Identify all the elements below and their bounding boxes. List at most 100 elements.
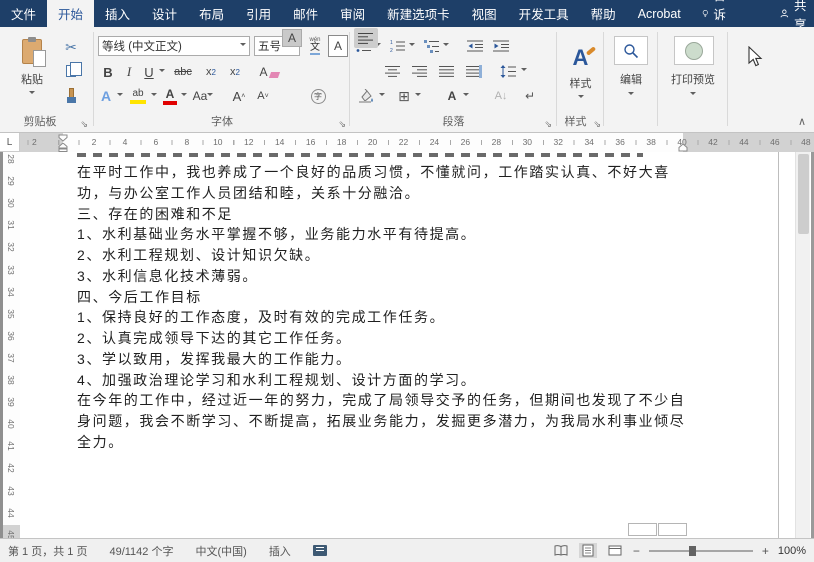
text-effects-button[interactable]: A (96, 85, 116, 107)
numbering-button[interactable]: 12 (388, 35, 408, 57)
document-page[interactable]: 在平时工作中，我也养成了一个良好的品质习惯，不懂就问，工作踏实认真、不好大喜功，… (20, 152, 778, 554)
ribbon-tab[interactable]: 审阅 (329, 0, 376, 27)
ribbon-tab[interactable]: 文件 (0, 0, 47, 27)
multilevel-list-button[interactable] (422, 35, 442, 57)
print-preview-dropdown-arrow[interactable] (690, 92, 696, 98)
ribbon-tab[interactable]: 开发工具 (508, 0, 580, 27)
edit-dropdown-arrow[interactable] (628, 92, 634, 98)
horizontal-ruler[interactable]: 2 24681012141618202224262830323436384042… (20, 133, 814, 152)
cut-button[interactable]: ✂ (58, 37, 84, 57)
copy-button[interactable] (58, 61, 84, 81)
font-color-button[interactable]: A (160, 85, 180, 107)
ruler-number: 12 (244, 137, 253, 147)
ruler-number: 10 (213, 137, 222, 147)
edit-button[interactable] (614, 36, 648, 65)
distribute-button[interactable] (462, 60, 486, 82)
right-indent-marker[interactable] (678, 144, 688, 152)
underline-button[interactable]: U (140, 61, 158, 83)
font-color-dropdown[interactable] (179, 85, 189, 107)
zoom-in-button[interactable]: + (762, 544, 769, 558)
increase-indent-button[interactable] (490, 35, 512, 57)
align-left-button[interactable] (354, 28, 378, 48)
asian-layout-button[interactable]: A (442, 85, 462, 107)
align-center-button[interactable] (381, 60, 405, 82)
tab-selector[interactable]: L (0, 133, 20, 152)
character-border-button[interactable]: A (328, 35, 348, 57)
ribbon-tab[interactable]: 新建选项卡 (376, 0, 461, 27)
shrink-font-button[interactable]: A˅ (252, 85, 274, 107)
superscript-button[interactable]: x2 (224, 61, 246, 83)
decrease-indent-button[interactable] (464, 35, 486, 57)
enclose-characters-button[interactable]: 字 (308, 85, 328, 107)
print-preview-button[interactable] (674, 36, 714, 65)
ribbon-tab[interactable]: Acrobat (627, 0, 692, 27)
paragraph-dialog-launcher[interactable]: ⇘ (544, 120, 552, 129)
multilevel-dropdown[interactable] (441, 35, 451, 57)
vertical-scrollbar[interactable] (795, 152, 810, 538)
underline-dropdown[interactable] (157, 61, 167, 83)
format-painter-button[interactable] (58, 85, 84, 105)
page-artifact-box (628, 523, 657, 536)
numbering-dropdown[interactable] (407, 35, 417, 57)
line-spacing-button[interactable] (496, 60, 520, 82)
insert-mode-indicator[interactable]: 插入 (269, 543, 291, 559)
sort-button[interactable]: A↓ (490, 85, 512, 107)
shading-dropdown[interactable] (377, 85, 387, 107)
justify-button[interactable] (435, 60, 459, 82)
document-line: 2、认真完成领导下达的其它工作任务。 (77, 328, 717, 349)
language-indicator[interactable]: 中文(中国) (195, 543, 246, 559)
shading-button[interactable] (356, 85, 378, 107)
ribbon-tab[interactable]: 设计 (141, 0, 188, 27)
font-name-combo[interactable]: 等线 (中文正文) (98, 36, 250, 56)
hanging-indent-marker[interactable] (58, 143, 68, 152)
print-layout-button[interactable] (579, 543, 597, 558)
character-shading-button[interactable]: A (282, 29, 302, 47)
text-highlight-button[interactable]: ab (126, 85, 150, 107)
page-indicator[interactable]: 第 1 页，共 1 页 (8, 543, 87, 559)
collapse-ribbon-button[interactable]: ∧ (798, 115, 806, 128)
line-spacing-dropdown[interactable] (519, 60, 529, 82)
align-right-button[interactable] (408, 60, 432, 82)
subscript-button[interactable]: x2 (200, 61, 222, 83)
ribbon-tab[interactable]: 开始 (47, 0, 94, 27)
font-dialog-launcher[interactable]: ⇘ (338, 120, 346, 129)
zoom-slider-thumb[interactable] (689, 546, 696, 556)
show-marks-button[interactable]: ↵ (520, 85, 540, 107)
clear-formatting-button[interactable]: A (254, 61, 284, 83)
ribbon-tab[interactable]: 插入 (94, 0, 141, 27)
ribbon-tab[interactable]: 布局 (188, 0, 235, 27)
zoom-out-button[interactable]: − (633, 544, 640, 558)
bold-button[interactable]: B (98, 61, 118, 83)
first-line-indent-marker[interactable] (58, 134, 68, 142)
strikethrough-button[interactable]: abc (170, 61, 196, 83)
paste-icon (22, 39, 42, 64)
align-right-icon (412, 65, 428, 78)
web-layout-button[interactable] (606, 543, 624, 558)
highlight-dropdown[interactable] (149, 85, 159, 107)
font-size-value: 五号 (258, 38, 281, 54)
borders-dropdown[interactable] (413, 85, 423, 107)
proofing-icon[interactable] (313, 545, 327, 556)
zoom-level[interactable]: 100% (778, 545, 806, 557)
read-mode-button[interactable] (552, 543, 570, 558)
styles-button[interactable]: A 样式 (562, 35, 599, 113)
scrollbar-thumb[interactable] (798, 154, 809, 234)
styles-dialog-launcher[interactable]: ⇘ (593, 120, 601, 129)
change-case-button[interactable]: Aa (191, 85, 215, 107)
ribbon-tab[interactable]: 引用 (235, 0, 282, 27)
borders-button[interactable]: ⊞ (394, 85, 414, 107)
text-effects-dropdown[interactable] (115, 85, 125, 107)
enclose-characters-icon: 字 (311, 89, 326, 104)
vertical-ruler[interactable]: 282930313233343536373839404142434445 (0, 152, 20, 554)
asian-layout-dropdown[interactable] (461, 85, 471, 107)
grow-font-button[interactable]: A˄ (228, 85, 250, 107)
zoom-slider[interactable] (649, 550, 753, 552)
word-count[interactable]: 49/1142 个字 (109, 543, 173, 559)
ribbon-tab[interactable]: 邮件 (282, 0, 329, 27)
phonetic-guide-button[interactable]: wén 文 (304, 35, 326, 57)
ribbon-tab[interactable]: 视图 (461, 0, 508, 27)
ribbon-tab[interactable]: 帮助 (580, 0, 627, 27)
paste-button[interactable]: 粘贴 (8, 35, 56, 121)
clipboard-dialog-launcher[interactable]: ⇘ (80, 120, 88, 129)
italic-button[interactable]: I (120, 61, 138, 83)
